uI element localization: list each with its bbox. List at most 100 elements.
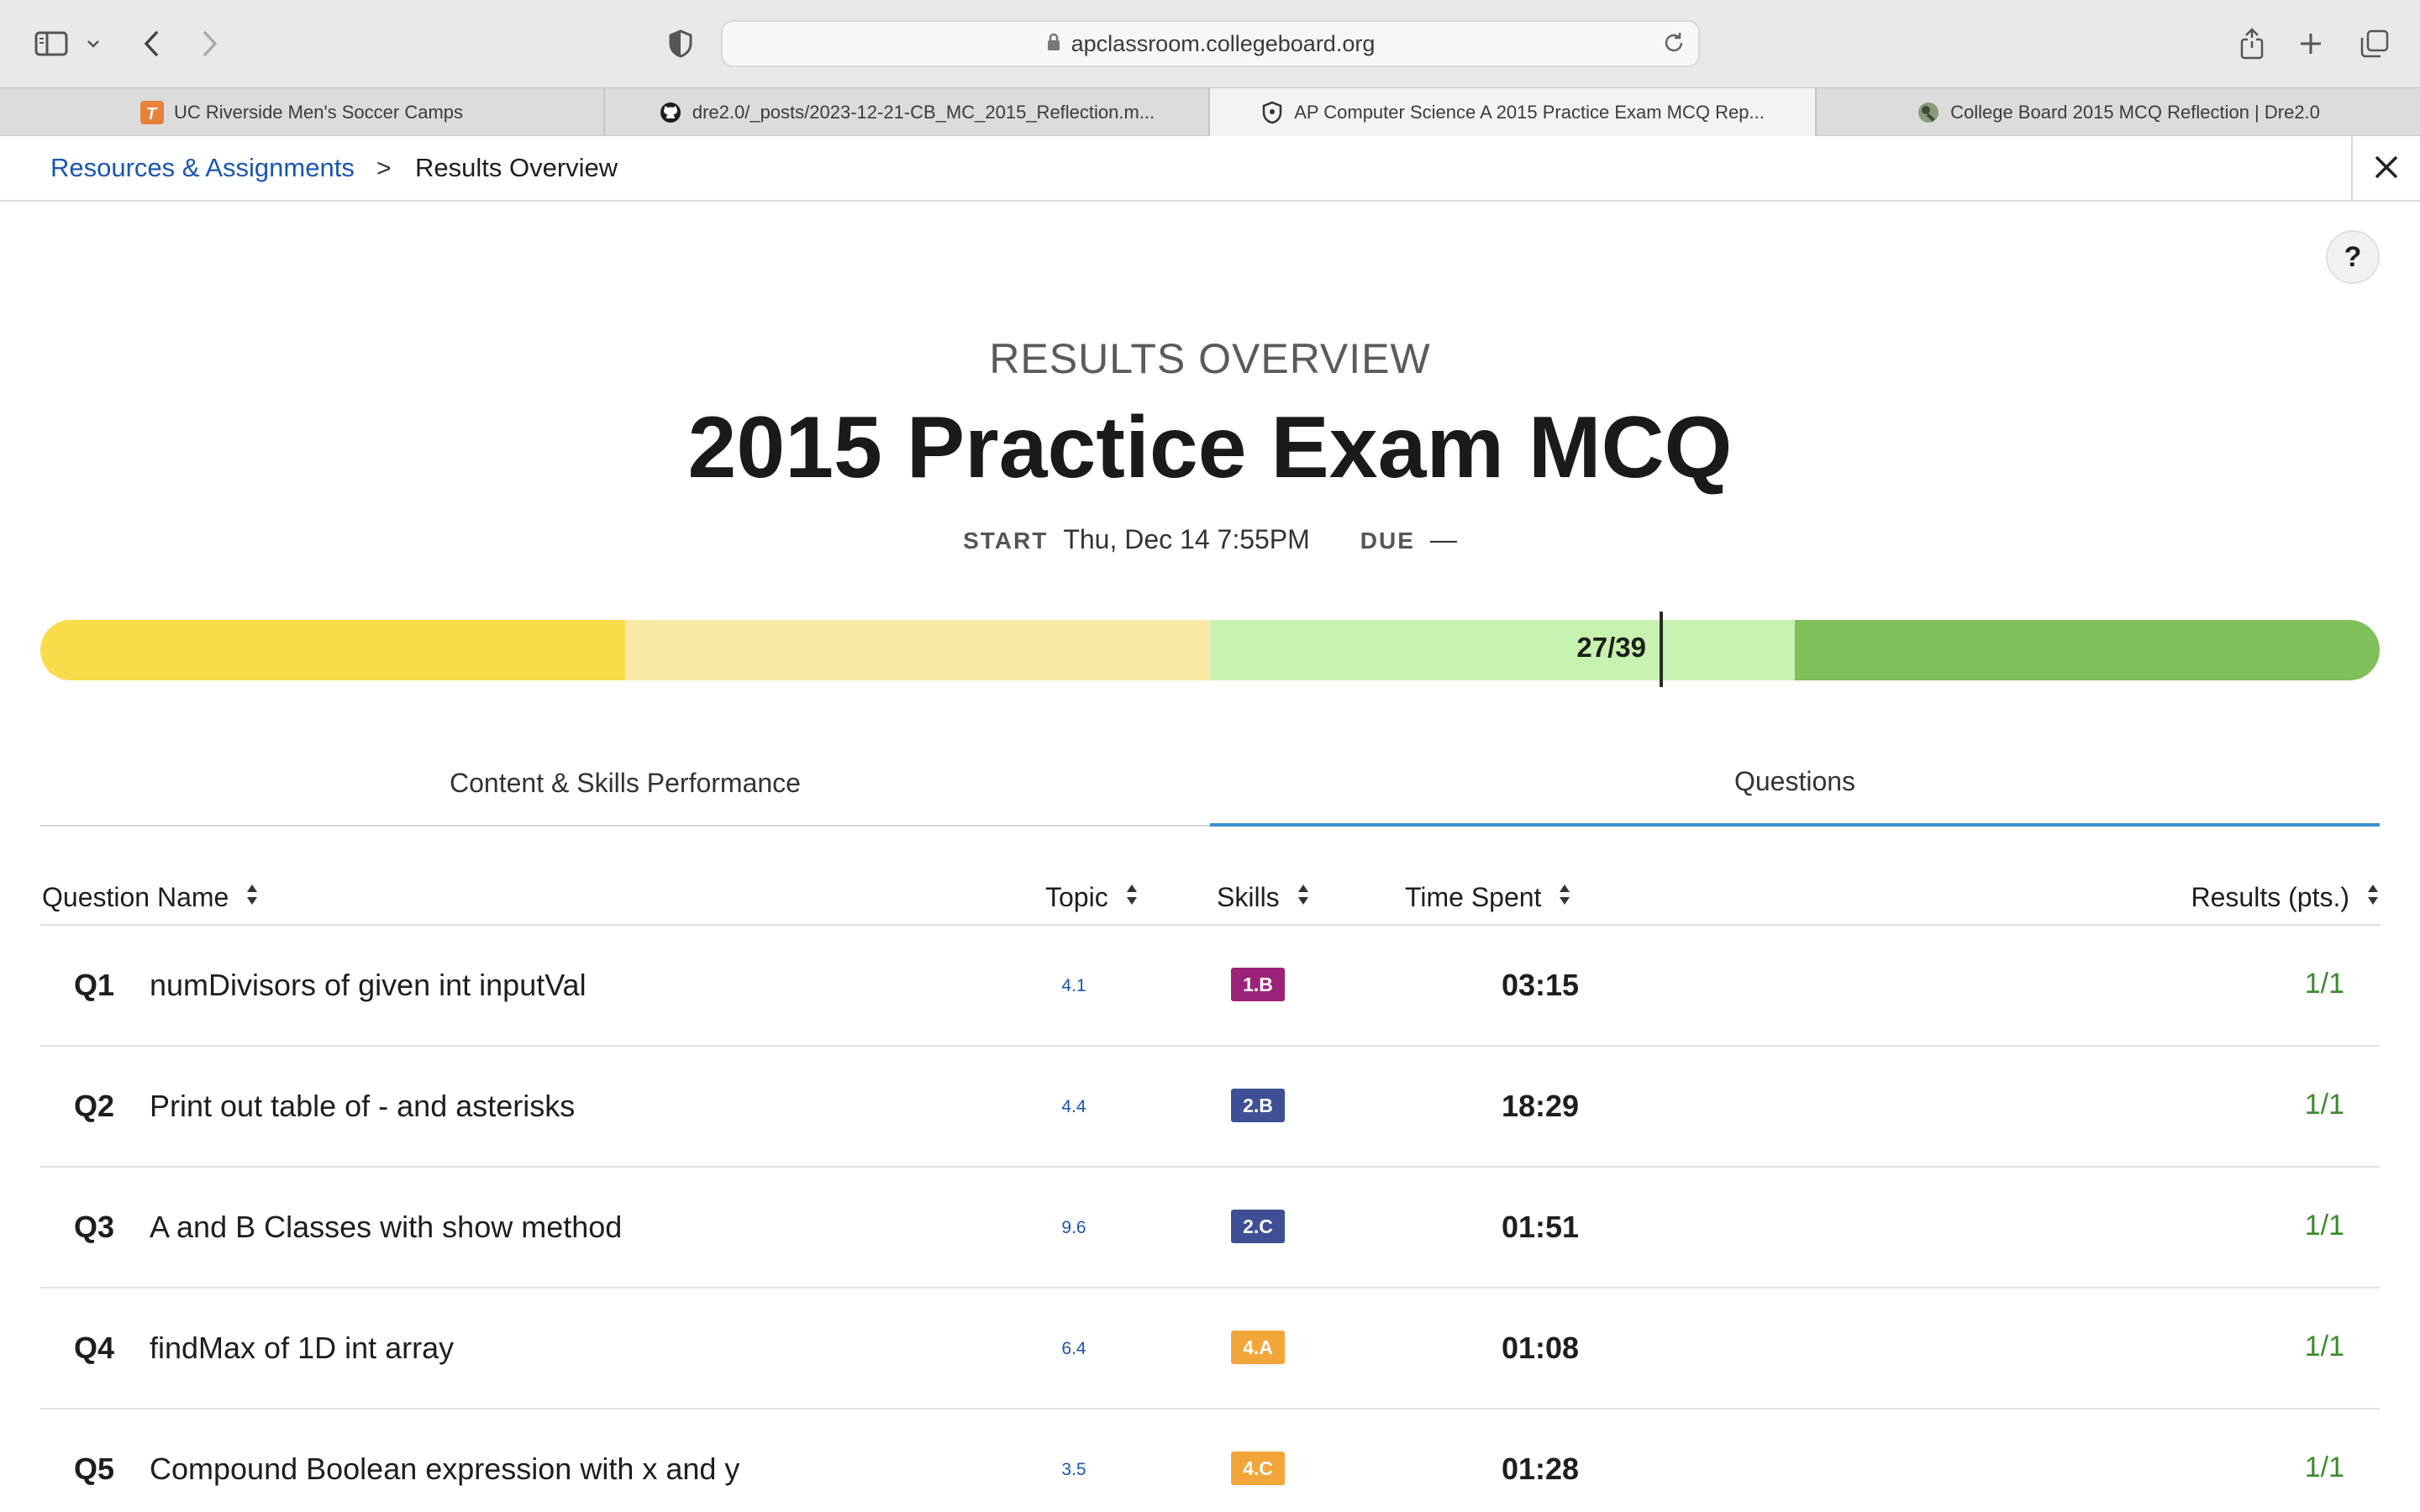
time-spent: 01:08	[1501, 1331, 1580, 1365]
sort-icon[interactable]	[1558, 882, 1571, 913]
column-label: Skills	[1217, 882, 1280, 912]
question-name[interactable]: A and B Classes with show method	[150, 1210, 622, 1245]
score-marker	[1660, 612, 1663, 687]
column-header-results[interactable]: Results (pts.)	[2191, 882, 2380, 913]
reload-icon[interactable]	[1661, 30, 1686, 60]
table-row[interactable]: Q2 Print out table of - and asterisks 4.…	[40, 1047, 2380, 1168]
back-icon[interactable]	[134, 22, 168, 66]
tab-label: College Board 2015 MCQ Reflection | Dre2…	[1950, 101, 2320, 123]
shield-icon[interactable]	[664, 22, 697, 66]
share-icon[interactable]	[2235, 22, 2269, 66]
column-label: Time Spent	[1405, 882, 1542, 912]
result-points: 1/1	[2304, 1210, 2344, 1242]
skill-badge: 1.B	[1231, 968, 1285, 1001]
github-icon	[659, 101, 682, 124]
table-row[interactable]: Q5 Compound Boolean expression with x an…	[40, 1410, 2380, 1512]
sort-icon[interactable]	[245, 882, 259, 913]
sort-icon[interactable]	[1297, 882, 1310, 913]
score-band	[625, 620, 1210, 680]
site-icon	[1917, 101, 1940, 124]
skill-badge: 2.B	[1231, 1089, 1285, 1122]
t-logo-icon: T	[139, 100, 164, 124]
shield-icon	[1260, 101, 1284, 124]
question-name[interactable]: numDivisors of given int inputVal	[150, 968, 587, 1003]
column-label: Results (pts.)	[2191, 882, 2349, 912]
forward-icon[interactable]	[193, 22, 227, 66]
page-subtitle: RESULTS OVERVIEW	[989, 335, 1431, 382]
skill-badge: 4.A	[1231, 1331, 1285, 1364]
time-spent: 03:15	[1501, 968, 1580, 1002]
sort-icon[interactable]	[2366, 882, 2380, 913]
table-header: Question Name Topic Skills Time Spent Re…	[40, 874, 2380, 926]
skill-badge: 4.C	[1231, 1452, 1285, 1485]
column-header-topic[interactable]: Topic	[1045, 882, 1139, 913]
tab-label: UC Riverside Men's Soccer Camps	[173, 101, 464, 123]
question-name[interactable]: Print out table of - and asterisks	[150, 1089, 575, 1124]
result-points: 1/1	[2304, 1452, 2344, 1483]
lock-icon	[1046, 32, 1061, 56]
tabs-overview-icon[interactable]	[2356, 22, 2393, 66]
browser-tab[interactable]: College Board 2015 MCQ Reflection | Dre2…	[1817, 88, 2420, 136]
sidebar-icon[interactable]	[30, 22, 72, 66]
result-points: 1/1	[2304, 968, 2344, 1000]
time-spent: 18:29	[1501, 1089, 1580, 1123]
browser-tab-active[interactable]: AP Computer Science A 2015 Practice Exam…	[1210, 88, 1817, 136]
results-tabs: Content & Skills Performance Questions	[40, 739, 2380, 827]
sort-icon[interactable]	[1125, 882, 1139, 913]
topic-link[interactable]: 4.4	[1032, 1097, 1116, 1117]
page-header: Resources & Assignments > Results Overvi…	[0, 136, 2420, 202]
question-name[interactable]: Compound Boolean expression with x and y	[150, 1452, 739, 1487]
question-number: Q3	[74, 1210, 115, 1244]
start-value: Thu, Dec 14 7:55PM	[1063, 524, 1310, 554]
tab-content-skills[interactable]: Content & Skills Performance	[40, 739, 1210, 827]
assignment-dates: START Thu, Dec 14 7:55PM DUE —	[0, 524, 2420, 555]
browser-tab[interactable]: T UC Riverside Men's Soccer Camps	[0, 88, 605, 136]
page-title: 2015 Practice Exam MCQ	[687, 399, 1733, 496]
column-header-skills[interactable]: Skills	[1217, 882, 1310, 913]
table-row[interactable]: Q4 findMax of 1D int array 6.4 4.A 01:08…	[40, 1289, 2380, 1410]
column-header-time[interactable]: Time Spent	[1405, 882, 1571, 913]
question-number: Q4	[74, 1331, 115, 1365]
column-header-name[interactable]: Question Name	[42, 882, 259, 913]
svg-text:T: T	[146, 105, 158, 123]
tab-label: dre2.0/_posts/2023-12-21-CB_MC_2015_Refl…	[692, 101, 1155, 123]
browser-toolbar: apclassroom.collegeboard.org	[0, 0, 2420, 87]
score-band	[1795, 620, 2380, 680]
question-number: Q2	[74, 1089, 115, 1123]
breadcrumb-current: Results Overview	[415, 153, 618, 182]
breadcrumb-resources-link[interactable]: Resources & Assignments	[50, 153, 355, 183]
tab-strip: T UC Riverside Men's Soccer Camps dre2.0…	[0, 87, 2420, 136]
skill-badge: 2.C	[1231, 1210, 1285, 1243]
time-spent: 01:51	[1501, 1210, 1580, 1244]
result-points: 1/1	[2304, 1089, 2344, 1121]
chevron-down-icon[interactable]	[82, 22, 104, 66]
start-label: START	[963, 528, 1049, 554]
tab-questions[interactable]: Questions	[1210, 739, 2380, 827]
score-band	[1210, 620, 1795, 680]
browser-tab[interactable]: dre2.0/_posts/2023-12-21-CB_MC_2015_Refl…	[605, 88, 1210, 136]
score-band	[40, 620, 625, 680]
new-tab-icon[interactable]	[2294, 22, 2328, 66]
due-value: —	[1429, 524, 1457, 554]
score-label: 27/39	[1576, 632, 1646, 663]
help-button[interactable]: ?	[2326, 230, 2380, 284]
close-button[interactable]	[2351, 136, 2420, 202]
question-number: Q5	[74, 1452, 115, 1486]
topic-link[interactable]: 3.5	[1032, 1460, 1116, 1480]
breadcrumb-separator: >	[376, 155, 392, 182]
due-label: DUE	[1360, 528, 1415, 554]
column-label: Topic	[1045, 882, 1108, 912]
table-row[interactable]: Q1 numDivisors of given int inputVal 4.1…	[40, 926, 2380, 1047]
topic-link[interactable]: 9.6	[1032, 1218, 1116, 1238]
topic-link[interactable]: 6.4	[1032, 1339, 1116, 1359]
column-label: Question Name	[42, 882, 229, 912]
topic-link[interactable]: 4.1	[1032, 976, 1116, 996]
address-bar[interactable]: apclassroom.collegeboard.org	[721, 20, 1700, 67]
close-icon	[2374, 155, 2399, 184]
time-spent: 01:28	[1501, 1452, 1580, 1486]
result-points: 1/1	[2304, 1331, 2344, 1362]
table-row[interactable]: Q3 A and B Classes with show method 9.6 …	[40, 1168, 2380, 1289]
url-text: apclassroom.collegeboard.org	[1071, 30, 1376, 56]
question-number: Q1	[74, 968, 115, 1002]
question-name[interactable]: findMax of 1D int array	[150, 1331, 454, 1366]
